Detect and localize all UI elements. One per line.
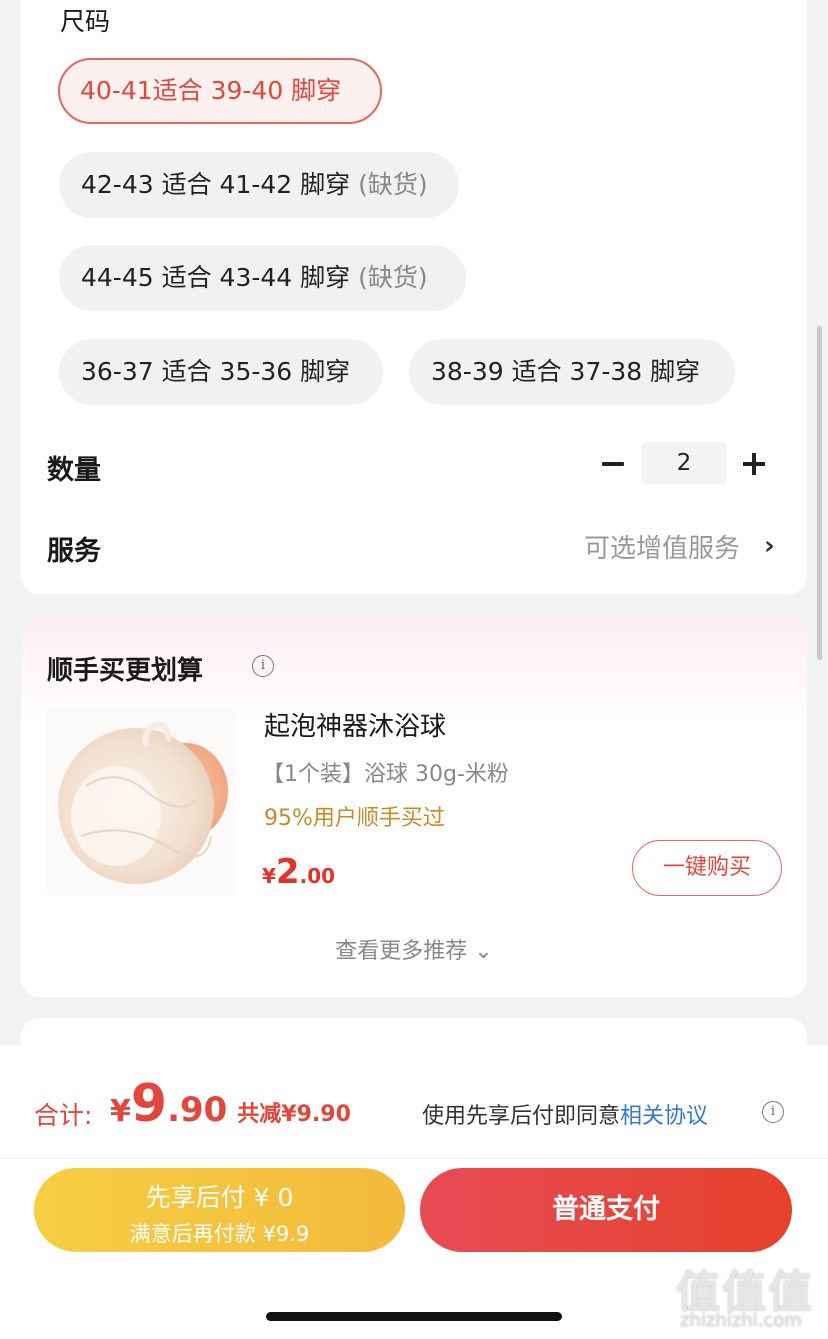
scrollbar[interactable]	[817, 326, 822, 660]
home-indicator[interactable]	[266, 1312, 562, 1321]
product-price: ¥2.00	[262, 852, 335, 892]
price-symbol: ¥	[262, 864, 276, 888]
agreement-link[interactable]: 相关协议	[620, 1104, 708, 1129]
size-option-42-43[interactable]: 42-43 适合 41-42 脚穿 (缺货)	[59, 152, 459, 218]
total-price: ¥9.90 共减¥9.90	[110, 1074, 351, 1134]
quantity-input[interactable]: 2	[641, 442, 727, 484]
total-symbol: ¥	[110, 1094, 131, 1129]
price-integer: 2	[275, 852, 300, 892]
agreement-text: 使用先享后付即同意相关协议	[422, 1098, 708, 1130]
out-of-stock-tag: (缺货)	[358, 170, 428, 199]
chevron-right-icon[interactable]: ›	[764, 531, 775, 561]
watermark-url: zhizhizhi.com	[680, 1310, 802, 1331]
divider	[0, 1158, 828, 1159]
service-value[interactable]: 可选增值服务	[584, 528, 740, 565]
bath-sponge-image	[58, 721, 228, 884]
agreement-info-icon[interactable]: i	[762, 1101, 784, 1123]
total-saved: 共减¥9.90	[237, 1102, 351, 1127]
size-option-label: 42-43 适合 41-42 脚穿	[81, 170, 351, 199]
quantity-plus-button[interactable]	[739, 447, 769, 481]
info-icon[interactable]: i	[252, 655, 274, 677]
out-of-stock-tag: (缺货)	[358, 263, 428, 292]
more-recommendations-link[interactable]: 查看更多推荐 ⌄	[0, 933, 828, 965]
addon-title: 顺手买更划算	[47, 656, 204, 686]
size-option-label: 38-39 适合 37-38 脚穿	[431, 357, 701, 386]
total-decimal: .90	[167, 1090, 228, 1130]
price-decimal: .00	[299, 864, 336, 888]
product-social-proof: 95%用户顺手买过	[264, 806, 445, 831]
one-click-buy-button[interactable]: 一键购买	[632, 840, 782, 896]
product-image[interactable]	[46, 706, 236, 896]
service-label: 服务	[47, 536, 101, 567]
size-option-label: 40-41适合 39-40 脚穿	[80, 76, 342, 105]
quantity-label: 数量	[47, 455, 101, 486]
total-integer: 9	[130, 1074, 168, 1134]
size-option-44-45[interactable]: 44-45 适合 43-44 脚穿 (缺货)	[59, 245, 466, 311]
pay-later-line1: 先享后付 ¥ 0	[145, 1183, 294, 1212]
size-option-40-41[interactable]: 40-41适合 39-40 脚穿	[58, 58, 382, 124]
size-section-title: 尺码	[60, 7, 111, 36]
product-name[interactable]: 起泡神器沐浴球	[264, 706, 446, 743]
size-option-label: 44-45 适合 43-44 脚穿	[81, 263, 351, 292]
quantity-minus-button[interactable]	[598, 447, 628, 481]
pay-later-button[interactable]: 先享后付 ¥ 0 满意后再付款 ¥9.9	[34, 1168, 405, 1252]
size-option-36-37[interactable]: 36-37 适合 35-36 脚穿	[59, 339, 383, 405]
normal-pay-button[interactable]: 普通支付	[420, 1168, 792, 1252]
product-spec: 【1个装】浴球 30g-米粉	[262, 762, 509, 787]
pay-later-line2: 满意后再付款 ¥9.9	[129, 1222, 310, 1246]
total-label: 合计:	[34, 1101, 93, 1130]
agreement-prefix: 使用先享后付即同意	[422, 1104, 621, 1129]
size-option-label: 36-37 适合 35-36 脚穿	[81, 357, 351, 386]
watermark: 值值值 zhizhizhi.com	[676, 1256, 822, 1336]
size-option-38-39[interactable]: 38-39 适合 37-38 脚穿	[409, 339, 735, 405]
